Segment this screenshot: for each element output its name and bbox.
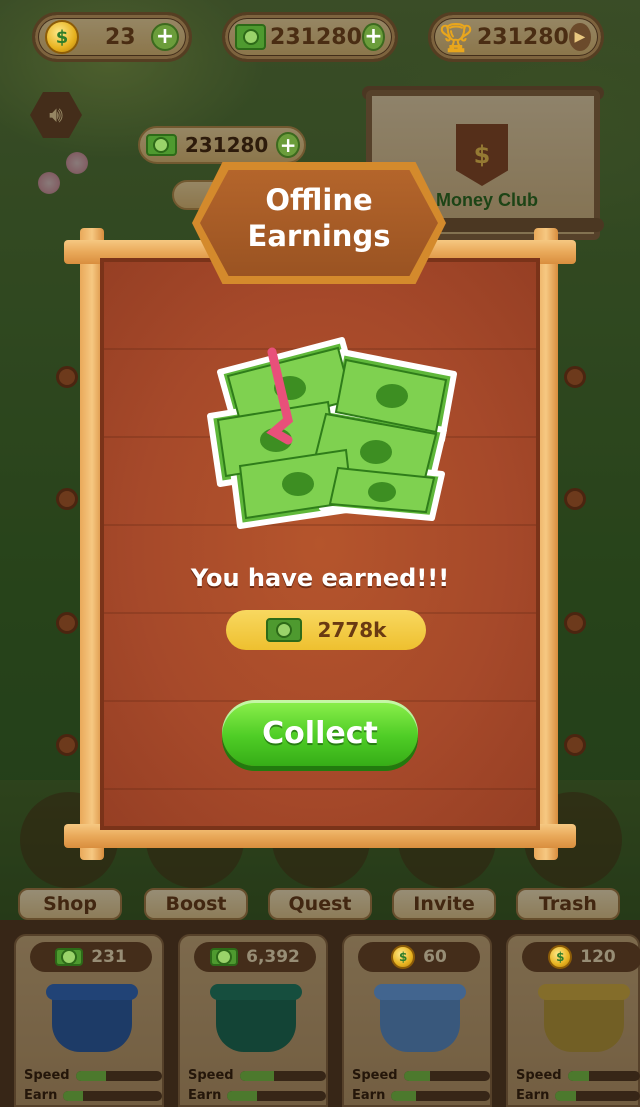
cash-icon bbox=[55, 948, 84, 966]
reward-amount-pill: 2778k bbox=[226, 610, 426, 650]
board-peg bbox=[564, 734, 586, 756]
dialog-title-line1: Offline bbox=[265, 183, 373, 217]
collect-button[interactable]: Collect bbox=[222, 700, 418, 766]
board-peg bbox=[56, 612, 78, 634]
board-peg bbox=[564, 488, 586, 510]
coin-icon: $ bbox=[391, 945, 416, 969]
leaderboard-play-button[interactable]: ▶ bbox=[568, 23, 591, 51]
board-peg bbox=[564, 612, 586, 634]
trophy-count: 231280 bbox=[477, 24, 569, 50]
coin-count: 23 bbox=[105, 24, 136, 50]
add-cash-button-secondary[interactable]: + bbox=[276, 132, 300, 158]
cash-icon bbox=[235, 24, 267, 50]
cash-count: 231280 bbox=[270, 24, 362, 50]
cash-icon bbox=[265, 618, 302, 642]
board-peg bbox=[56, 366, 78, 388]
cash-icon bbox=[210, 948, 239, 966]
earned-message: You have earned!!! bbox=[190, 564, 450, 592]
board-peg bbox=[564, 366, 586, 388]
board-peg bbox=[56, 734, 78, 756]
board-peg bbox=[56, 488, 78, 510]
cash-stack-icon bbox=[207, 337, 457, 529]
trophy-icon: 🏆︎ bbox=[438, 20, 474, 54]
reward-amount: 2778k bbox=[317, 618, 387, 642]
dialog-title-line2: Earnings bbox=[247, 219, 391, 253]
add-coins-button[interactable]: + bbox=[151, 23, 179, 51]
dialog-title: Offline Earnings bbox=[200, 182, 438, 254]
add-cash-button[interactable]: + bbox=[361, 23, 385, 51]
cash-icon bbox=[146, 134, 177, 156]
coin-icon: $ bbox=[45, 20, 79, 54]
